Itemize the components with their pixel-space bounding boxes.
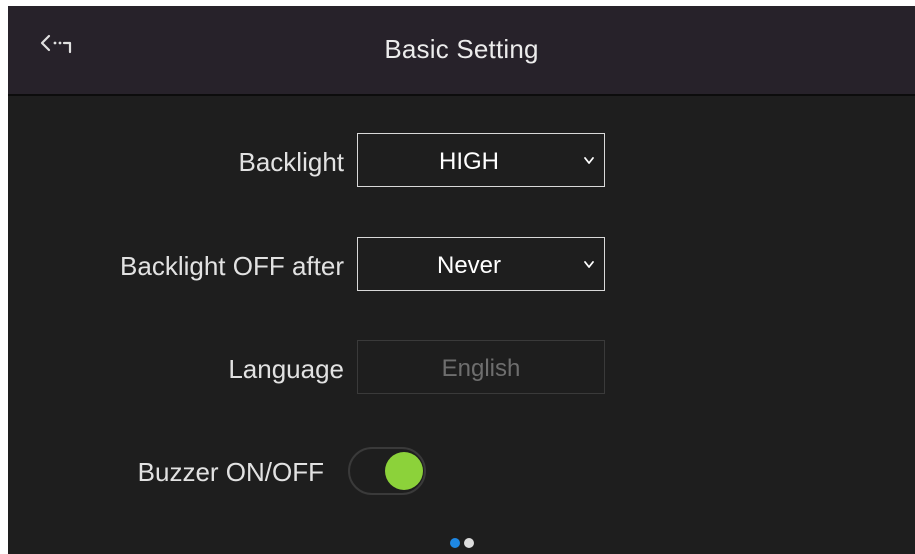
chevron-down-icon — [584, 261, 594, 268]
page-dot[interactable] — [463, 538, 474, 548]
page-dot-active[interactable] — [449, 538, 460, 548]
buzzer-label: Buzzer ON/OFF — [137, 457, 324, 487]
backlight-off-label: Backlight OFF after — [120, 251, 344, 281]
buzzer-toggle[interactable] — [348, 447, 426, 495]
language-label: Language — [228, 354, 344, 384]
backlight-off-value: Never — [436, 252, 502, 279]
page-title: Basic Setting — [384, 34, 539, 64]
chevron-down-icon — [584, 157, 594, 164]
backlight-label: Backlight — [238, 147, 345, 177]
backlight-value: HIGH — [439, 148, 499, 175]
toggle-knob — [385, 452, 423, 490]
header-bar: Basic Setting — [8, 6, 915, 96]
language-field: English — [357, 340, 605, 394]
language-value: English — [441, 355, 521, 382]
page-indicator — [8, 538, 915, 550]
backlight-select[interactable]: HIGH — [357, 133, 605, 187]
backlight-off-select[interactable]: Never — [357, 237, 605, 291]
basic-setting-screen: Basic Setting Backlight HIGH Backlight O… — [8, 6, 915, 554]
